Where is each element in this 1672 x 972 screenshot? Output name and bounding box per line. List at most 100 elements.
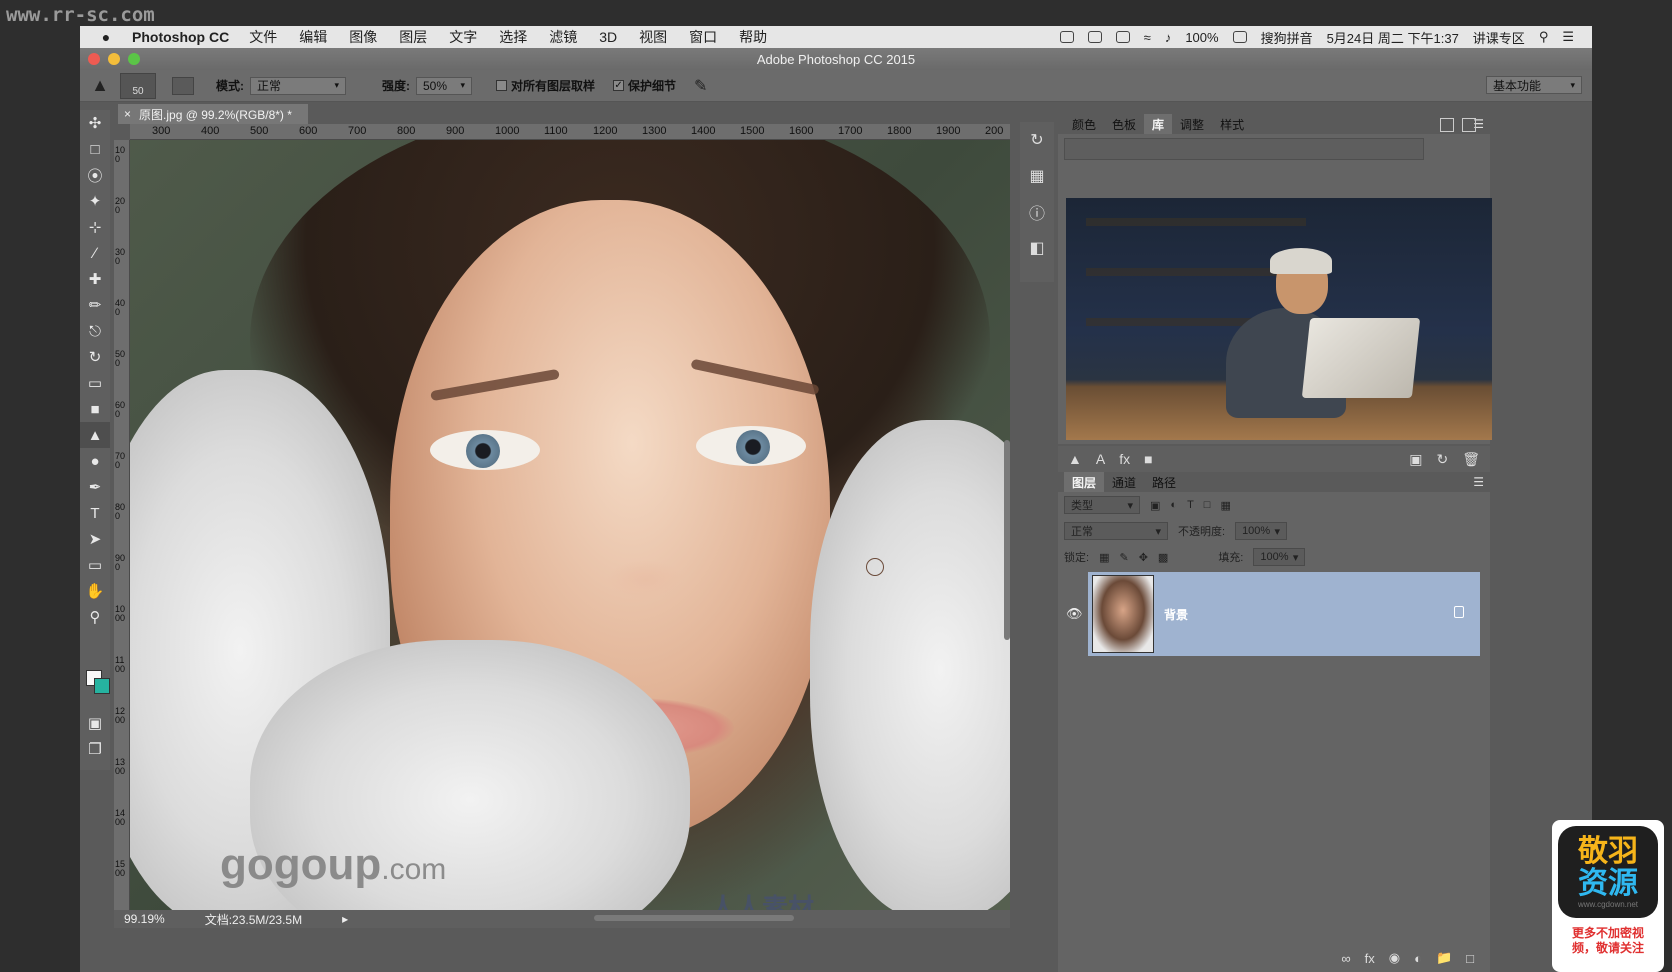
tab-libraries[interactable]: 库 xyxy=(1144,114,1173,134)
menu-select[interactable]: 选择 xyxy=(499,27,527,47)
vertical-scrollbar[interactable] xyxy=(1004,440,1010,640)
tray-app-icon[interactable] xyxy=(1059,31,1074,43)
filter-smart-object-icon[interactable]: ▦ xyxy=(1220,499,1230,512)
screen-mode-icon[interactable]: ❐ xyxy=(80,736,110,762)
menu-image[interactable]: 图像 xyxy=(349,27,377,47)
fill-input[interactable]: 100% ▾ xyxy=(1253,548,1306,566)
navigator-panel-icon[interactable]: ◧ xyxy=(1020,230,1054,266)
background-color-swatch[interactable] xyxy=(94,678,110,694)
tab-color[interactable]: 颜色 xyxy=(1064,114,1104,134)
lock-all-icon[interactable]: ▩ xyxy=(1158,551,1168,564)
user-name[interactable]: 讲课专区 xyxy=(1473,28,1525,47)
marquee-tool-icon[interactable]: □ xyxy=(80,136,110,162)
menu-filter[interactable]: 滤镜 xyxy=(549,27,577,47)
document-size[interactable]: 文档:23.5M/23.5M xyxy=(205,911,302,928)
menu-window[interactable]: 窗口 xyxy=(689,27,717,47)
clone-stamp-tool-icon[interactable]: ⎋ xyxy=(80,318,110,344)
move-tool-icon[interactable]: ✣ xyxy=(80,110,110,136)
layer-style-icon[interactable]: fx xyxy=(1365,951,1375,966)
horizontal-scrollbar[interactable] xyxy=(594,915,794,921)
lock-transparent-icon[interactable]: ▦ xyxy=(1099,551,1109,564)
filter-adjustment-icon[interactable]: ◐ xyxy=(1170,499,1177,511)
menu-layer[interactable]: 图层 xyxy=(399,27,427,47)
tab-swatches[interactable]: 色板 xyxy=(1104,114,1144,134)
gradient-tool-icon[interactable]: ■ xyxy=(80,396,110,422)
tray-adobe-icon[interactable] xyxy=(1087,31,1102,43)
vertical-ruler[interactable]: 100 200 300 400 500 600 700 800 900 1000… xyxy=(114,140,130,910)
lock-image-icon[interactable]: ✎ xyxy=(1119,551,1128,564)
path-select-tool-icon[interactable]: ➤ xyxy=(80,526,110,552)
sharpen-tool-icon[interactable]: ▲ xyxy=(80,422,110,448)
quick-select-tool-icon[interactable]: ✦ xyxy=(80,188,110,214)
layer-row-background[interactable]: 背景 xyxy=(1088,572,1480,656)
quick-mask-icon[interactable]: ▣ xyxy=(80,710,110,736)
zoom-tool-icon[interactable]: ⚲ xyxy=(80,604,110,630)
grid-view-icon[interactable] xyxy=(1440,118,1454,132)
menu-help[interactable]: 帮助 xyxy=(739,27,767,47)
hand-tool-icon[interactable]: ✋ xyxy=(80,578,110,604)
zoom-level[interactable]: 99.19% xyxy=(124,912,165,926)
document-canvas[interactable]: gogoup.com 人人素材 xyxy=(130,140,1010,910)
panel-menu-icon[interactable]: ☰ xyxy=(1473,475,1484,489)
pressure-icon[interactable]: ✎ xyxy=(694,76,707,96)
add-color-icon[interactable]: ■ xyxy=(1144,451,1152,467)
stock-icon[interactable]: ▣ xyxy=(1409,451,1422,468)
tab-styles[interactable]: 样式 xyxy=(1212,114,1252,134)
close-tab-icon[interactable]: × xyxy=(124,107,131,121)
layer-visibility-eye-icon[interactable]: 👁 xyxy=(1066,606,1083,622)
tab-layers[interactable]: 图层 xyxy=(1064,472,1105,492)
add-graphic-icon[interactable]: ▲ xyxy=(1068,451,1082,467)
history-brush-tool-icon[interactable]: ↻ xyxy=(80,344,110,370)
add-effect-icon[interactable]: fx xyxy=(1119,451,1130,467)
add-text-icon[interactable]: A xyxy=(1096,451,1105,467)
library-select-dropdown[interactable] xyxy=(1064,138,1424,160)
protect-detail-checkbox[interactable]: ✓ 保护细节 xyxy=(613,77,676,94)
menu-edit[interactable]: 编辑 xyxy=(299,27,327,47)
apple-icon[interactable]: ● xyxy=(80,29,132,45)
healing-brush-tool-icon[interactable]: ✚ xyxy=(80,266,110,292)
tab-adjustments[interactable]: 调整 xyxy=(1172,114,1212,134)
battery-percent[interactable]: 100% xyxy=(1185,30,1218,45)
strength-input[interactable]: 50% ▾ xyxy=(416,76,472,95)
mode-dropdown[interactable]: 正常 ▾ xyxy=(250,76,346,95)
properties-panel-icon[interactable]: ▦ xyxy=(1020,158,1054,194)
filter-shape-icon[interactable]: □ xyxy=(1204,499,1211,511)
clock[interactable]: 5月24日 周二 下午1:37 xyxy=(1327,28,1459,47)
rectangle-tool-icon[interactable]: ▭ xyxy=(80,552,110,578)
app-name-menu[interactable]: Photoshop CC xyxy=(132,29,229,45)
new-layer-icon[interactable]: □ xyxy=(1466,951,1474,966)
sample-all-layers-checkbox[interactable]: 对所有图层取样 xyxy=(496,77,595,94)
brush-size-picker[interactable]: 50 xyxy=(120,72,156,99)
eyedropper-tool-icon[interactable]: ∕ xyxy=(80,240,110,266)
lock-position-icon[interactable]: ✥ xyxy=(1139,551,1148,564)
brush-tool-icon[interactable]: ✏ xyxy=(80,292,110,318)
input-method[interactable]: 搜狗拼音 xyxy=(1261,28,1313,47)
adjustment-layer-icon[interactable]: ◐ xyxy=(1414,951,1422,966)
document-tab[interactable]: × 原图.jpg @ 99.2%(RGB/8*) * xyxy=(118,104,308,124)
tab-paths[interactable]: 路径 xyxy=(1144,472,1184,492)
filter-type-icon[interactable]: T xyxy=(1187,499,1194,511)
link-layers-icon[interactable]: ∞ xyxy=(1341,951,1350,966)
list-view-icon[interactable] xyxy=(1462,118,1476,132)
new-group-icon[interactable]: 📁 xyxy=(1436,950,1452,966)
opacity-input[interactable]: 100% ▾ xyxy=(1235,522,1288,540)
status-menu-arrow-icon[interactable]: ▸ xyxy=(342,912,348,926)
blend-mode-dropdown[interactable]: 正常 ▾ xyxy=(1064,522,1168,540)
pen-tool-icon[interactable]: ✒ xyxy=(80,474,110,500)
menu-view[interactable]: 视图 xyxy=(639,27,667,47)
brush-panel-toggle-icon[interactable] xyxy=(172,76,194,95)
lasso-tool-icon[interactable]: ⦿ xyxy=(80,162,110,188)
volume-icon[interactable]: ♪ xyxy=(1165,30,1172,45)
type-tool-icon[interactable]: T xyxy=(80,500,110,526)
battery-icon[interactable] xyxy=(1232,31,1247,43)
dodge-tool-icon[interactable]: ● xyxy=(80,448,110,474)
info-panel-icon[interactable]: ⓘ xyxy=(1020,194,1054,230)
crop-tool-icon[interactable]: ⊹ xyxy=(80,214,110,240)
horizontal-ruler[interactable]: 300 400 500 600 700 800 900 1000 1100 12… xyxy=(130,124,1010,140)
history-panel-icon[interactable]: ↻ xyxy=(1020,122,1054,158)
spotlight-search-icon[interactable]: ⚲ xyxy=(1539,29,1549,45)
sync-icon[interactable]: ↻ xyxy=(1436,451,1448,468)
workspace-dropdown[interactable]: 基本功能 ▾ xyxy=(1486,76,1582,94)
tab-channels[interactable]: 通道 xyxy=(1104,472,1144,492)
add-mask-icon[interactable]: ◉ xyxy=(1389,950,1400,966)
